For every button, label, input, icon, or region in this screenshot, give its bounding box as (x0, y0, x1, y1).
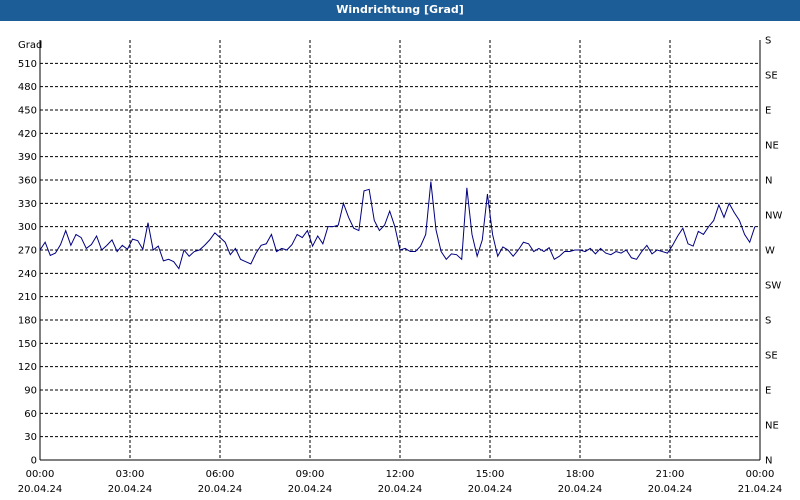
x-tick-time-label: 21:00 (656, 469, 685, 480)
x-tick-time-label: 18:00 (566, 469, 595, 480)
right-axis-label: NE (765, 141, 779, 152)
y-tick-label: 240 (18, 269, 37, 280)
y-tick-label: 60 (24, 409, 37, 420)
right-axis-label: E (765, 106, 771, 117)
right-axis-label: S (765, 36, 771, 47)
x-tick-date-label: 20.04.24 (378, 484, 423, 495)
x-tick-date-label: 20.04.24 (288, 484, 333, 495)
y-tick-label: 270 (18, 246, 37, 257)
x-tick-time-label: 00:00 (26, 469, 55, 480)
x-tick-time-label: 12:00 (386, 469, 415, 480)
right-axis-label: N (765, 456, 772, 467)
right-axis-label: W (765, 246, 775, 257)
x-tick-date-label: 20.04.24 (18, 484, 63, 495)
y-axis-title: Grad (18, 40, 42, 51)
right-axis-label: SE (765, 71, 778, 82)
y-tick-label: 510 (18, 59, 37, 70)
y-tick-label: 90 (24, 386, 37, 397)
y-tick-label: 210 (18, 292, 37, 303)
x-tick-date-label: 21.04.24 (738, 484, 783, 495)
x-tick-date-label: 20.04.24 (198, 484, 243, 495)
wind-direction-chart: 0 30 60 90 120 150 180 210 240 270 300 330 360 390 420… (18, 36, 783, 496)
right-axis-label: SE (765, 351, 778, 362)
right-axis-label: S (765, 316, 771, 327)
x-tick-date-label: 20.04.24 (648, 484, 693, 495)
x-tick-time-label: 00:00 (746, 469, 775, 480)
y-tick-label: 450 (18, 106, 37, 117)
y-tick-label: 0 (31, 456, 37, 467)
y-tick-label: 390 (18, 152, 37, 163)
y-tick-label: 360 (18, 176, 37, 187)
series-line (39, 181, 756, 270)
y-tick-label: 180 (18, 316, 37, 327)
y-tick-label: 150 (18, 339, 37, 350)
x-tick-date-label: 20.04.24 (558, 484, 603, 495)
y-tick-label: 330 (18, 199, 37, 210)
x-tick-time-label: 03:00 (116, 469, 145, 480)
x-tick-date-label: 20.04.24 (108, 484, 153, 495)
y-tick-label: 120 (18, 362, 37, 373)
right-axis-label: NE (765, 421, 779, 432)
x-tick-time-label: 06:00 (206, 469, 235, 480)
right-axis-label: SW (765, 281, 781, 292)
x-tick-time-label: 15:00 (476, 469, 505, 480)
y-tick-label: 420 (18, 129, 37, 140)
y-tick-label: 300 (18, 222, 37, 233)
right-axis-label: E (765, 386, 771, 397)
right-axis-label: N (765, 176, 772, 187)
right-axis-label: NW (765, 211, 782, 222)
y-tick-label: 480 (18, 82, 37, 93)
x-tick-time-label: 09:00 (296, 469, 325, 480)
x-tick-date-label: 20.04.24 (468, 484, 513, 495)
y-tick-label: 30 (24, 432, 37, 443)
